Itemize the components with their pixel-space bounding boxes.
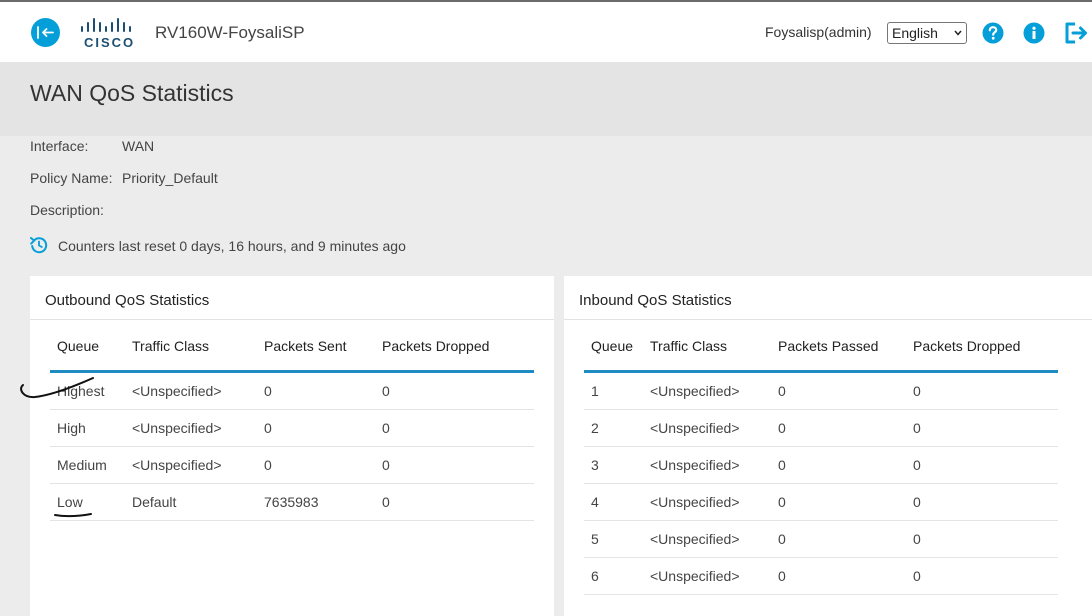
traffic-class-cell: <Unspecified> — [650, 483, 778, 521]
table-row: 4 <Unspecified> 0 0 — [584, 483, 1058, 521]
packets-dropped-cell: 0 — [382, 483, 534, 521]
packets-sent-cell: 0 — [264, 371, 382, 410]
packets-dropped-cell: 0 — [382, 409, 534, 447]
packets-sent-cell: 0 — [264, 446, 382, 484]
queue-cell: Low — [50, 483, 132, 521]
traffic-class-cell: <Unspecified> — [650, 371, 778, 410]
packets-passed-cell: 0 — [778, 520, 913, 558]
outbound-qos-panel: Outbound QoS Statistics Queue Traffic Cl… — [30, 276, 554, 616]
table-row: 5 <Unspecified> 0 0 — [584, 520, 1058, 558]
traffic-class-cell: <Unspecified> — [650, 446, 778, 484]
outbound-panel-title: Outbound QoS Statistics — [45, 292, 210, 309]
packets-passed-cell: 0 — [778, 483, 913, 521]
description-label: Description: — [30, 202, 104, 218]
packets-dropped-cell: 0 — [913, 446, 1058, 484]
queue-cell: Highest — [50, 371, 132, 410]
queue-cell: 5 — [584, 520, 650, 558]
interface-value: WAN — [122, 138, 155, 154]
packets-dropped-cell: 0 — [382, 371, 534, 410]
queue-cell: 1 — [584, 371, 650, 410]
page-title: WAN QoS Statistics — [30, 80, 234, 106]
packets-passed-cell: 0 — [778, 557, 913, 595]
col-header-traffic-class[interactable]: Traffic Class — [650, 338, 778, 373]
inbound-panel-title: Inbound QoS Statistics — [579, 292, 732, 309]
packets-dropped-cell: 0 — [913, 520, 1058, 558]
inbound-header-row: Queue Traffic Class Packets Passed Packe… — [584, 338, 1058, 373]
counter-reset-icon[interactable] — [30, 236, 48, 254]
packets-dropped-cell: 0 — [913, 409, 1058, 447]
packets-dropped-cell: 0 — [913, 371, 1058, 410]
logout-icon[interactable] — [1063, 21, 1089, 45]
device-name: RV160W-FoysaliSP — [155, 23, 305, 42]
help-icon[interactable] — [982, 22, 1004, 44]
queue-cell: 6 — [584, 557, 650, 595]
queue-cell: 4 — [584, 483, 650, 521]
cisco-logo-text: CISCO — [84, 35, 135, 50]
col-header-packets-dropped[interactable]: Packets Dropped — [382, 338, 534, 373]
traffic-class-cell: <Unspecified> — [132, 371, 264, 410]
inbound-panel-header: Inbound QoS Statistics — [564, 276, 1092, 320]
traffic-class-cell: <Unspecified> — [650, 409, 778, 447]
col-header-queue[interactable]: Queue — [584, 338, 650, 373]
queue-cell: 2 — [584, 409, 650, 447]
outbound-panel-header: Outbound QoS Statistics — [30, 276, 554, 320]
packets-sent-cell: 7635983 — [264, 483, 382, 521]
policy-name-label: Policy Name: — [30, 170, 113, 186]
menu-toggle-icon[interactable] — [31, 18, 60, 47]
inbound-table: Queue Traffic Class Packets Passed Packe… — [584, 338, 1058, 595]
queue-cell: Medium — [50, 446, 132, 484]
interface-label: Interface: — [30, 138, 89, 154]
packets-passed-cell: 0 — [778, 371, 913, 410]
user-account[interactable]: Foysalisp(admin) — [765, 24, 872, 40]
table-row: 6 <Unspecified> 0 0 — [584, 557, 1058, 595]
chevron-down-icon — [954, 30, 962, 36]
packets-passed-cell: 0 — [778, 446, 913, 484]
info-icon[interactable] — [1023, 22, 1045, 44]
col-header-traffic-class[interactable]: Traffic Class — [132, 338, 264, 373]
language-select[interactable]: English — [887, 22, 967, 44]
cisco-logo: CISCO — [78, 16, 140, 50]
counters-reset-text: Counters last reset 0 days, 16 hours, an… — [58, 238, 406, 254]
col-header-packets-sent[interactable]: Packets Sent — [264, 338, 382, 373]
traffic-class-cell: <Unspecified> — [132, 446, 264, 484]
traffic-class-cell: <Unspecified> — [650, 557, 778, 595]
traffic-class-cell: <Unspecified> — [650, 520, 778, 558]
table-row: 3 <Unspecified> 0 0 — [584, 446, 1058, 484]
packets-dropped-cell: 0 — [913, 557, 1058, 595]
table-row: Medium <Unspecified> 0 0 — [50, 446, 534, 484]
inbound-qos-panel: Inbound QoS Statistics Queue Traffic Cla… — [564, 276, 1092, 616]
col-header-queue[interactable]: Queue — [50, 338, 132, 373]
table-row: 1 <Unspecified> 0 0 — [584, 371, 1058, 410]
outbound-header-row: Queue Traffic Class Packets Sent Packets… — [50, 338, 534, 373]
queue-cell: 3 — [584, 446, 650, 484]
packets-dropped-cell: 0 — [382, 446, 534, 484]
table-row: High <Unspecified> 0 0 — [50, 409, 534, 447]
top-bar: CISCO RV160W-FoysaliSP Foysalisp(admin) … — [0, 0, 1092, 62]
queue-cell: High — [50, 409, 132, 447]
table-row: 2 <Unspecified> 0 0 — [584, 409, 1058, 447]
packets-sent-cell: 0 — [264, 409, 382, 447]
language-selected-value: English — [892, 25, 938, 41]
traffic-class-cell: <Unspecified> — [132, 409, 264, 447]
policy-name-value: Priority_Default — [122, 170, 218, 186]
packets-passed-cell: 0 — [778, 409, 913, 447]
col-header-packets-passed[interactable]: Packets Passed — [778, 338, 913, 373]
col-header-packets-dropped[interactable]: Packets Dropped — [913, 338, 1058, 373]
packets-dropped-cell: 0 — [913, 483, 1058, 521]
table-row: Highest <Unspecified> 0 0 — [50, 371, 534, 410]
table-row: Low Default 7635983 0 — [50, 483, 534, 521]
traffic-class-cell: Default — [132, 483, 264, 521]
outbound-table: Queue Traffic Class Packets Sent Packets… — [50, 338, 534, 521]
